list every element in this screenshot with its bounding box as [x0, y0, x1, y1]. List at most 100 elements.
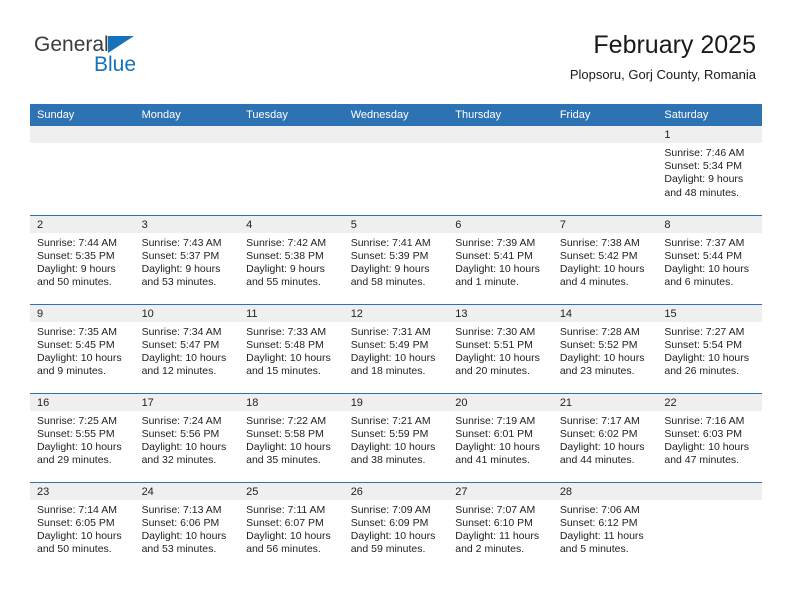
calendar-empty-cell — [448, 126, 553, 215]
daylight-duration-line2: and 5 minutes. — [559, 543, 629, 556]
calendar-day-cell[interactable]: 11 Sunrise: 7:33 AM Sunset: 5:48 PM Dayligh… — [239, 303, 344, 393]
calendar-day-cell[interactable]: 17 Sunrise: 7:24 AM Sunset: 5:56 PM Dayligh… — [134, 392, 240, 482]
sunset-time: Sunset: 5:39 PM — [350, 249, 429, 262]
weekday-header-saturday: Saturday — [657, 104, 762, 126]
day-details: Sunrise: 7:17 AM Sunset: 6:02 PM Daylight:… — [553, 411, 658, 468]
sunrise-time: Sunrise: 7:39 AM — [455, 236, 536, 249]
day-number — [134, 126, 240, 143]
sunset-time: Sunset: 6:07 PM — [246, 516, 324, 529]
calendar-day-cell[interactable]: 23 Sunrise: 7:14 AM Sunset: 6:05 PM Dayligh… — [30, 481, 135, 571]
calendar-day-cell[interactable]: 8 Sunrise: 7:37 AM Sunset: 5:44 PM Daylight… — [657, 214, 762, 304]
calendar-day-cell[interactable]: 3 Sunrise: 7:43 AM Sunset: 5:37 PM Daylight… — [134, 214, 240, 304]
day-details: Sunrise: 7:30 AM Sunset: 5:51 PM Daylight:… — [448, 322, 553, 379]
sunset-time: Sunset: 5:58 PM — [246, 427, 324, 440]
daylight-duration-line2: and 26 minutes. — [664, 365, 740, 378]
sunrise-time: Sunrise: 7:13 AM — [141, 503, 222, 516]
sunrise-time: Sunrise: 7:30 AM — [455, 325, 536, 338]
calendar-week-row: 16 Sunrise: 7:25 AM Sunset: 5:55 PM Dayligh… — [30, 392, 762, 482]
calendar-day-cell[interactable]: 12 Sunrise: 7:31 AM Sunset: 5:49 PM Dayligh… — [343, 303, 449, 393]
day-number: 1 — [657, 126, 762, 143]
day-number: 23 — [30, 482, 135, 500]
sunrise-time: Sunrise: 7:22 AM — [246, 414, 327, 427]
calendar-day-cell[interactable]: 20 Sunrise: 7:19 AM Sunset: 6:01 PM Dayligh… — [448, 392, 553, 482]
calendar-day-cell[interactable]: 5 Sunrise: 7:41 AM Sunset: 5:39 PM Daylight… — [343, 214, 449, 304]
sunset-time: Sunset: 5:51 PM — [455, 338, 533, 351]
day-details: Sunrise: 7:35 AM Sunset: 5:45 PM Daylight:… — [30, 322, 135, 379]
calendar-day-cell[interactable]: 19 Sunrise: 7:21 AM Sunset: 5:59 PM Dayligh… — [343, 392, 449, 482]
day-number: 17 — [134, 393, 240, 411]
daylight-duration-line1: Daylight: 10 hours — [37, 529, 122, 542]
sunrise-time: Sunrise: 7:24 AM — [141, 414, 222, 427]
daylight-duration-line2: and 47 minutes. — [664, 454, 740, 467]
daylight-duration-line1: Daylight: 11 hours — [559, 529, 644, 542]
calendar-empty-cell — [239, 126, 344, 215]
sunrise-time: Sunrise: 7:09 AM — [350, 503, 431, 516]
calendar-day-cell[interactable]: 4 Sunrise: 7:42 AM Sunset: 5:38 PM Daylight… — [239, 214, 344, 304]
daylight-duration-line1: Daylight: 10 hours — [664, 262, 750, 275]
calendar-day-cell[interactable]: 21 Sunrise: 7:17 AM Sunset: 6:02 PM Dayligh… — [552, 392, 658, 482]
brand-logo[interactable]: General Blue — [34, 34, 234, 82]
calendar-day-cell[interactable]: 25 Sunrise: 7:11 AM Sunset: 6:07 PM Dayligh… — [239, 481, 344, 571]
sunrise-time: Sunrise: 7:41 AM — [350, 236, 431, 249]
sunset-time: Sunset: 5:49 PM — [350, 338, 429, 351]
daylight-duration-line2: and 48 minutes. — [664, 186, 740, 199]
daylight-duration-line2: and 53 minutes. — [141, 276, 217, 289]
day-details: Sunrise: 7:37 AM Sunset: 5:44 PM Daylight:… — [657, 233, 762, 290]
day-number: 18 — [239, 393, 344, 411]
sunrise-time: Sunrise: 7:21 AM — [350, 414, 431, 427]
calendar-day-cell[interactable]: 18 Sunrise: 7:22 AM Sunset: 5:58 PM Dayligh… — [239, 392, 344, 482]
sunset-time: Sunset: 5:42 PM — [559, 249, 638, 262]
sunset-time: Sunset: 6:01 PM — [455, 427, 533, 440]
calendar-day-cell[interactable]: 7 Sunrise: 7:38 AM Sunset: 5:42 PM Daylight… — [552, 214, 658, 304]
sunrise-time: Sunrise: 7:06 AM — [559, 503, 640, 516]
day-details: Sunrise: 7:19 AM Sunset: 6:01 PM Daylight:… — [448, 411, 553, 468]
daylight-duration-line1: Daylight: 10 hours — [559, 351, 645, 364]
calendar-body: 1 Sunrise: 7:46 AM Sunset: 5:34 PM Daylight… — [30, 126, 762, 571]
calendar-week-row: 23 Sunrise: 7:14 AM Sunset: 6:05 PM Dayligh… — [30, 481, 762, 571]
sunset-time: Sunset: 6:06 PM — [141, 516, 220, 529]
daylight-duration-line2: and 53 minutes. — [141, 543, 217, 556]
calendar-day-cell[interactable]: 15 Sunrise: 7:27 AM Sunset: 5:54 PM Dayligh… — [657, 303, 762, 393]
calendar-day-cell[interactable]: 27 Sunrise: 7:07 AM Sunset: 6:10 PM Dayligh… — [448, 481, 553, 571]
day-number: 19 — [343, 393, 449, 411]
day-number: 2 — [30, 215, 135, 233]
daylight-duration-line1: Daylight: 10 hours — [664, 440, 750, 453]
calendar-day-cell[interactable]: 9 Sunrise: 7:35 AM Sunset: 5:45 PM Daylight… — [30, 303, 135, 393]
day-details: Sunrise: 7:38 AM Sunset: 5:42 PM Daylight:… — [553, 233, 658, 290]
daylight-duration-line1: Daylight: 10 hours — [37, 440, 122, 453]
day-details: Sunrise: 7:16 AM Sunset: 6:03 PM Daylight:… — [657, 411, 762, 468]
daylight-duration-line1: Daylight: 9 hours — [350, 262, 430, 275]
calendar-day-cell[interactable]: 1 Sunrise: 7:46 AM Sunset: 5:34 PM Daylight… — [657, 126, 762, 215]
day-details: Sunrise: 7:06 AM Sunset: 6:12 PM Daylight:… — [553, 500, 658, 557]
day-details: Sunrise: 7:43 AM Sunset: 5:37 PM Daylight:… — [135, 233, 240, 290]
calendar-day-cell[interactable]: 16 Sunrise: 7:25 AM Sunset: 5:55 PM Dayligh… — [30, 392, 135, 482]
day-details: Sunrise: 7:33 AM Sunset: 5:48 PM Daylight:… — [239, 322, 344, 379]
day-details: Sunrise: 7:41 AM Sunset: 5:39 PM Daylight:… — [344, 233, 449, 290]
calendar-day-cell[interactable]: 28 Sunrise: 7:06 AM Sunset: 6:12 PM Dayligh… — [552, 481, 658, 571]
day-number — [448, 126, 553, 143]
daylight-duration-line1: Daylight: 11 hours — [455, 529, 540, 542]
day-details: Sunrise: 7:22 AM Sunset: 5:58 PM Daylight:… — [239, 411, 344, 468]
daylight-duration-line2: and 41 minutes. — [455, 454, 530, 467]
daylight-duration-line1: Daylight: 9 hours — [246, 262, 325, 275]
page-header: General Blue February 2025 Plopsoru, Gor… — [0, 0, 792, 82]
weekday-header-monday: Monday — [134, 104, 240, 126]
daylight-duration-line2: and 6 minutes. — [664, 276, 734, 289]
calendar-day-cell[interactable]: 24 Sunrise: 7:13 AM Sunset: 6:06 PM Dayligh… — [134, 481, 240, 571]
day-details: Sunrise: 7:25 AM Sunset: 5:55 PM Daylight:… — [30, 411, 135, 468]
weekday-header-row: Sunday Monday Tuesday Wednesday Thursday… — [30, 104, 762, 126]
calendar-day-cell[interactable]: 10 Sunrise: 7:34 AM Sunset: 5:47 PM Dayligh… — [134, 303, 240, 393]
calendar-day-cell[interactable]: 6 Sunrise: 7:39 AM Sunset: 5:41 PM Daylight… — [448, 214, 553, 304]
calendar-day-cell[interactable]: 26 Sunrise: 7:09 AM Sunset: 6:09 PM Dayligh… — [343, 481, 449, 571]
calendar-empty-cell — [657, 481, 762, 571]
calendar-day-cell[interactable]: 2 Sunrise: 7:44 AM Sunset: 5:35 PM Daylight… — [30, 214, 135, 304]
day-details: Sunrise: 7:34 AM Sunset: 5:47 PM Daylight:… — [135, 322, 240, 379]
daylight-duration-line2: and 1 minute. — [455, 276, 519, 289]
weekday-header-tuesday: Tuesday — [239, 104, 344, 126]
calendar-day-cell[interactable]: 22 Sunrise: 7:16 AM Sunset: 6:03 PM Dayligh… — [657, 392, 762, 482]
sunset-time: Sunset: 5:35 PM — [37, 249, 115, 262]
daylight-duration-line2: and 50 minutes. — [37, 543, 112, 556]
calendar-day-cell[interactable]: 14 Sunrise: 7:28 AM Sunset: 5:52 PM Dayligh… — [552, 303, 658, 393]
day-number: 25 — [239, 482, 344, 500]
calendar-day-cell[interactable]: 13 Sunrise: 7:30 AM Sunset: 5:51 PM Dayligh… — [448, 303, 553, 393]
